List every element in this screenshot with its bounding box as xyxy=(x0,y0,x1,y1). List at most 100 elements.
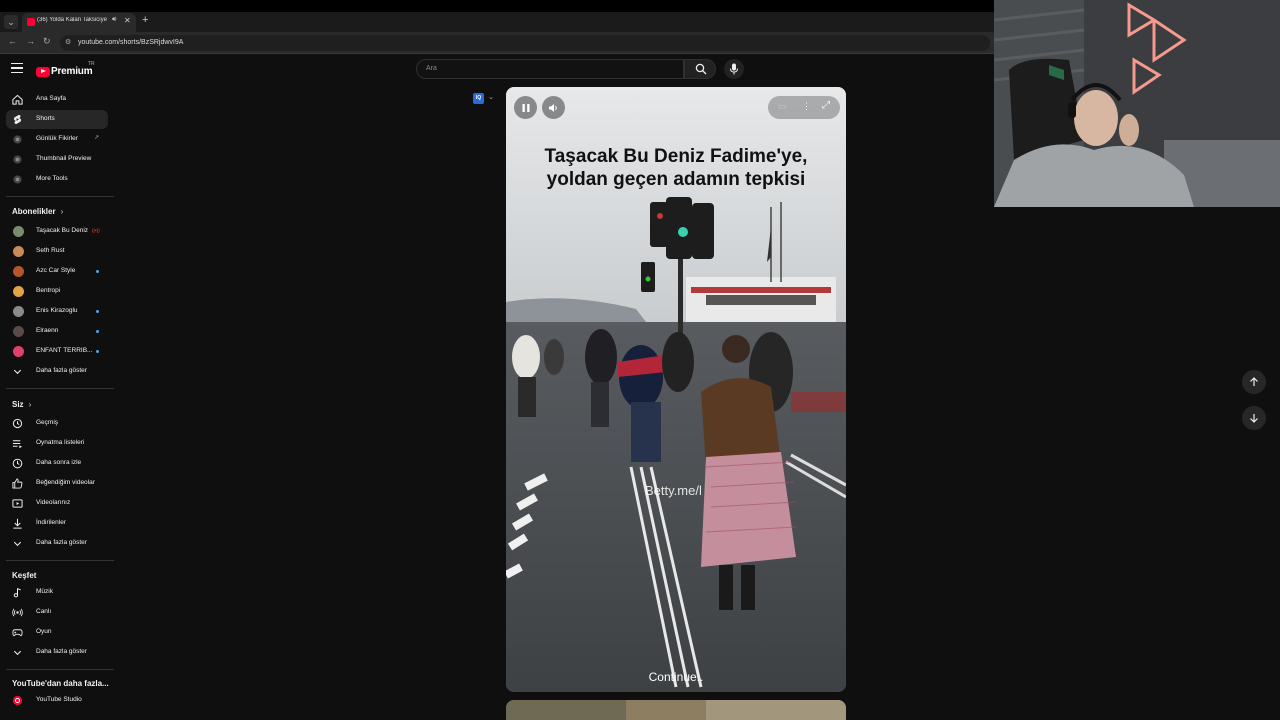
youtube-premium-logo[interactable]: Premium TR xyxy=(36,61,95,81)
video-subtitle: Continue.. xyxy=(648,670,704,684)
you-heading[interactable]: Siz › xyxy=(12,400,31,409)
arrow-up-icon xyxy=(1250,377,1258,386)
avatar xyxy=(13,266,24,277)
forward-icon[interactable]: → xyxy=(26,36,35,46)
fullscreen-icon[interactable]: ⤢ xyxy=(822,100,830,111)
sidebar-item-subscription[interactable]: Taşacak Bu Deniz ((•)) xyxy=(6,222,108,241)
you-show-more[interactable]: Daha fazla göster xyxy=(6,534,108,553)
sidebar-item-subscription[interactable]: Bentropi xyxy=(6,282,108,301)
music-icon xyxy=(13,587,21,598)
sidebar-item-subscription[interactable]: Seth Rust xyxy=(6,242,108,261)
sidebar-item-label: Oyun xyxy=(36,628,52,635)
sidebar-item-watch-later[interactable]: Daha sonra izle xyxy=(6,454,108,473)
app-icon xyxy=(13,175,22,184)
divider xyxy=(6,196,114,197)
next-short-thumbnail xyxy=(506,700,846,720)
sidebar-item-subscription[interactable]: Enis Kirazoglu xyxy=(6,302,108,321)
sidebar-item-live[interactable]: Canlı xyxy=(6,603,108,622)
sidebar-item-label: Azc Car Style xyxy=(36,267,76,274)
sidebar-item-subscription[interactable]: ENFANT TERRIB... xyxy=(6,342,108,361)
browser-toolbar: ← → ↻ ⚙︎ youtube.com/shorts/BzSRjdwvI9A xyxy=(0,32,994,54)
live-indicator-icon: ((•)) xyxy=(92,228,100,233)
subscriptions-show-more[interactable]: Daha fazla göster xyxy=(6,362,108,381)
address-bar[interactable]: ⚙︎ youtube.com/shorts/BzSRjdwvI9A xyxy=(60,35,990,51)
sidebar-item-history[interactable]: Geçmiş xyxy=(6,414,108,433)
tab-title: (36) Yolda Kalan Taksiciye S... xyxy=(37,17,109,23)
search-icon xyxy=(695,63,707,75)
reload-icon[interactable]: ↻ xyxy=(43,36,51,47)
show-more-label: Daha fazla göster xyxy=(36,539,87,546)
back-icon[interactable]: ← xyxy=(8,36,17,46)
previous-short-button[interactable] xyxy=(1242,370,1266,394)
subscriptions-heading[interactable]: Abonelikler › xyxy=(12,207,63,216)
url-text: youtube.com/shorts/BzSRjdwvI9A xyxy=(78,39,184,46)
new-tab-button[interactable]: + xyxy=(142,14,148,26)
search-input[interactable]: Ara xyxy=(416,59,684,79)
sidebar-item-label: YouTube Studio xyxy=(36,696,82,703)
sidebar-item-label: Canlı xyxy=(36,608,52,615)
player-options-bar: ▭ ⋮ ⤢ xyxy=(768,96,840,119)
captions-icon[interactable]: ▭ xyxy=(778,101,787,112)
voice-search-button[interactable] xyxy=(724,59,744,79)
explore-title: Keşfet xyxy=(12,571,37,580)
divider xyxy=(6,388,114,389)
sidebar-item-youtube-studio[interactable]: YouTube Studio xyxy=(6,691,108,710)
sidebar-item-label: Bentropi xyxy=(36,287,61,294)
sidebar-item-label: ENFANT TERRIB... xyxy=(36,347,93,354)
volume-button[interactable] xyxy=(542,96,565,119)
divider xyxy=(6,669,114,670)
more-options-icon[interactable]: ⋮ xyxy=(802,101,811,112)
extension-badge[interactable]: IQ xyxy=(473,93,484,104)
live-icon xyxy=(12,608,23,617)
sidebar-item-label: Geçmiş xyxy=(36,419,59,426)
sidebar-item-more-tools[interactable]: More Tools xyxy=(6,170,108,189)
more-from-youtube-title: YouTube'dan daha fazla... xyxy=(12,679,109,688)
sidebar-item-shorts[interactable]: Shorts xyxy=(6,110,108,129)
region-code: TR xyxy=(88,61,95,67)
sidebar-item-label: Beğendiğim videolar xyxy=(36,479,95,486)
divider xyxy=(6,560,114,561)
sidebar-item-music[interactable]: Müzik xyxy=(6,583,108,602)
explore-show-more[interactable]: Daha fazla göster xyxy=(6,643,108,662)
sidebar-item-label: Seth Rust xyxy=(36,247,65,254)
pause-icon xyxy=(522,103,529,112)
new-content-dot xyxy=(96,310,99,313)
chevron-down-icon xyxy=(13,541,22,547)
app-icon xyxy=(13,135,22,144)
browser-tabbar: ⌄ (36) Yolda Kalan Taksiciye S... 🔊︎ ✕ + xyxy=(0,0,994,32)
tab-search-button[interactable]: ⌄ xyxy=(4,15,18,29)
avatar xyxy=(13,326,24,337)
new-content-dot xyxy=(96,330,99,333)
search-button[interactable] xyxy=(684,59,716,79)
sidebar-item-subscription[interactable]: Elraenn xyxy=(6,322,108,341)
browser-tab[interactable]: (36) Yolda Kalan Taksiciye S... 🔊︎ ✕ xyxy=(22,13,136,32)
video-icon xyxy=(12,499,23,508)
chevron-down-icon[interactable]: ⌄ xyxy=(488,93,494,101)
site-info-icon[interactable]: ⚙︎ xyxy=(65,38,71,46)
speaker-icon[interactable]: 🔊︎ xyxy=(112,16,116,24)
sidebar-item-gaming[interactable]: Oyun xyxy=(6,623,108,642)
logo-text: Premium xyxy=(51,66,93,78)
avatar xyxy=(13,346,24,357)
home-icon xyxy=(12,94,23,105)
caption-line: yoldan geçen adamın tepkisi xyxy=(546,169,806,190)
close-tab-icon[interactable]: ✕ xyxy=(124,16,131,25)
chevron-down-icon xyxy=(13,369,22,375)
menu-icon[interactable] xyxy=(11,63,23,73)
pause-button[interactable] xyxy=(514,96,537,119)
sidebar-item-label: Shorts xyxy=(36,115,55,122)
youtube-favicon-icon xyxy=(27,18,35,26)
history-icon xyxy=(12,418,23,429)
video-caption: Taşacak Bu Deniz Fadime'ye, yoldan geçen… xyxy=(506,145,846,191)
sidebar-item-liked-videos[interactable]: Beğendiğim videolar xyxy=(6,474,108,493)
sidebar-item-playlists[interactable]: Oynatma listeleri xyxy=(6,434,108,453)
sidebar-item-subscription[interactable]: Azc Car Style xyxy=(6,262,108,281)
webcam-feed xyxy=(994,0,1280,207)
sidebar-item-downloads[interactable]: İndirilenler xyxy=(6,514,108,533)
sidebar-item-gunluk-fikirler[interactable]: Günlük Fikirler ↗ xyxy=(6,130,108,149)
sidebar-item-your-videos[interactable]: Videolarınız xyxy=(6,494,108,513)
sidebar-item-thumbnail-preview[interactable]: Thumbnail Preview xyxy=(6,150,108,169)
next-short-preview[interactable] xyxy=(506,700,846,720)
sidebar-item-home[interactable]: Ana Sayfa xyxy=(6,90,108,109)
next-short-button[interactable] xyxy=(1242,406,1266,430)
